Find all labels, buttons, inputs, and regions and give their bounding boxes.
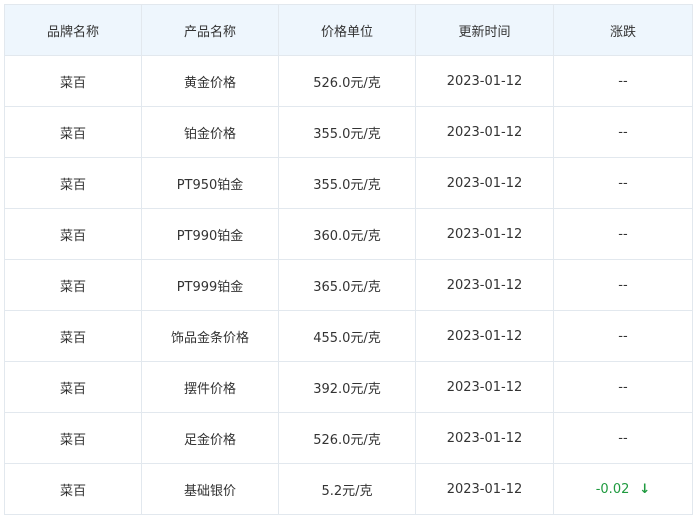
cell-change: -- xyxy=(553,259,693,311)
cell-date: 2023-01-12 xyxy=(415,157,554,209)
cell-price: 526.0元/克 xyxy=(278,412,416,464)
cell-date: 2023-01-12 xyxy=(415,106,554,158)
cell-date: 2023-01-12 xyxy=(415,55,554,107)
cell-change: -0.02 ↓ xyxy=(553,463,693,515)
cell-product: PT999铂金 xyxy=(141,259,279,311)
cell-brand: 菜百 xyxy=(4,463,142,515)
cell-price: 355.0元/克 xyxy=(278,106,416,158)
cell-date: 2023-01-12 xyxy=(415,259,554,311)
cell-price: 5.2元/克 xyxy=(278,463,416,515)
cell-change: -- xyxy=(553,106,693,158)
header-date: 更新时间 xyxy=(415,4,554,56)
table-row: 菜百 饰品金条价格 455.0元/克 2023-01-12 -- xyxy=(4,310,693,362)
table-row: 菜百 摆件价格 392.0元/克 2023-01-12 -- xyxy=(4,361,693,413)
table-header-row: 品牌名称 产品名称 价格单位 更新时间 涨跌 xyxy=(4,4,693,56)
cell-product: 摆件价格 xyxy=(141,361,279,413)
cell-price: 360.0元/克 xyxy=(278,208,416,260)
cell-product: 铂金价格 xyxy=(141,106,279,158)
header-price: 价格单位 xyxy=(278,4,416,56)
cell-change: -- xyxy=(553,208,693,260)
cell-product: PT990铂金 xyxy=(141,208,279,260)
cell-product: 基础银价 xyxy=(141,463,279,515)
cell-brand: 菜百 xyxy=(4,412,142,464)
table-row: 菜百 PT999铂金 365.0元/克 2023-01-12 -- xyxy=(4,259,693,311)
table-row: 菜百 PT950铂金 355.0元/克 2023-01-12 -- xyxy=(4,157,693,209)
arrow-down-icon: ↓ xyxy=(639,481,651,497)
cell-product: 足金价格 xyxy=(141,412,279,464)
table-row: 菜百 足金价格 526.0元/克 2023-01-12 -- xyxy=(4,412,693,464)
cell-product: PT950铂金 xyxy=(141,157,279,209)
cell-date: 2023-01-12 xyxy=(415,208,554,260)
table-row: 菜百 PT990铂金 360.0元/克 2023-01-12 -- xyxy=(4,208,693,260)
cell-date: 2023-01-12 xyxy=(415,361,554,413)
cell-date: 2023-01-12 xyxy=(415,412,554,464)
cell-change: -- xyxy=(553,310,693,362)
cell-change: -- xyxy=(553,157,693,209)
cell-brand: 菜百 xyxy=(4,55,142,107)
cell-change: -- xyxy=(553,412,693,464)
cell-change: -- xyxy=(553,55,693,107)
cell-price: 392.0元/克 xyxy=(278,361,416,413)
cell-product: 黄金价格 xyxy=(141,55,279,107)
cell-change: -- xyxy=(553,361,693,413)
header-change: 涨跌 xyxy=(553,4,693,56)
cell-date: 2023-01-12 xyxy=(415,463,554,515)
cell-brand: 菜百 xyxy=(4,259,142,311)
cell-price: 355.0元/克 xyxy=(278,157,416,209)
cell-brand: 菜百 xyxy=(4,310,142,362)
table-row: 菜百 黄金价格 526.0元/克 2023-01-12 -- xyxy=(4,55,693,107)
cell-price: 455.0元/克 xyxy=(278,310,416,362)
cell-product: 饰品金条价格 xyxy=(141,310,279,362)
price-table: 品牌名称 产品名称 价格单位 更新时间 涨跌 菜百 黄金价格 526.0元/克 … xyxy=(4,4,693,515)
cell-price: 526.0元/克 xyxy=(278,55,416,107)
cell-brand: 菜百 xyxy=(4,208,142,260)
header-product: 产品名称 xyxy=(141,4,279,56)
cell-date: 2023-01-12 xyxy=(415,310,554,362)
cell-brand: 菜百 xyxy=(4,361,142,413)
change-value: -0.02 xyxy=(595,481,630,497)
table-row: 菜百 基础银价 5.2元/克 2023-01-12 -0.02 ↓ xyxy=(4,463,693,515)
table-row: 菜百 铂金价格 355.0元/克 2023-01-12 -- xyxy=(4,106,693,158)
cell-brand: 菜百 xyxy=(4,157,142,209)
cell-price: 365.0元/克 xyxy=(278,259,416,311)
cell-brand: 菜百 xyxy=(4,106,142,158)
header-brand: 品牌名称 xyxy=(4,4,142,56)
